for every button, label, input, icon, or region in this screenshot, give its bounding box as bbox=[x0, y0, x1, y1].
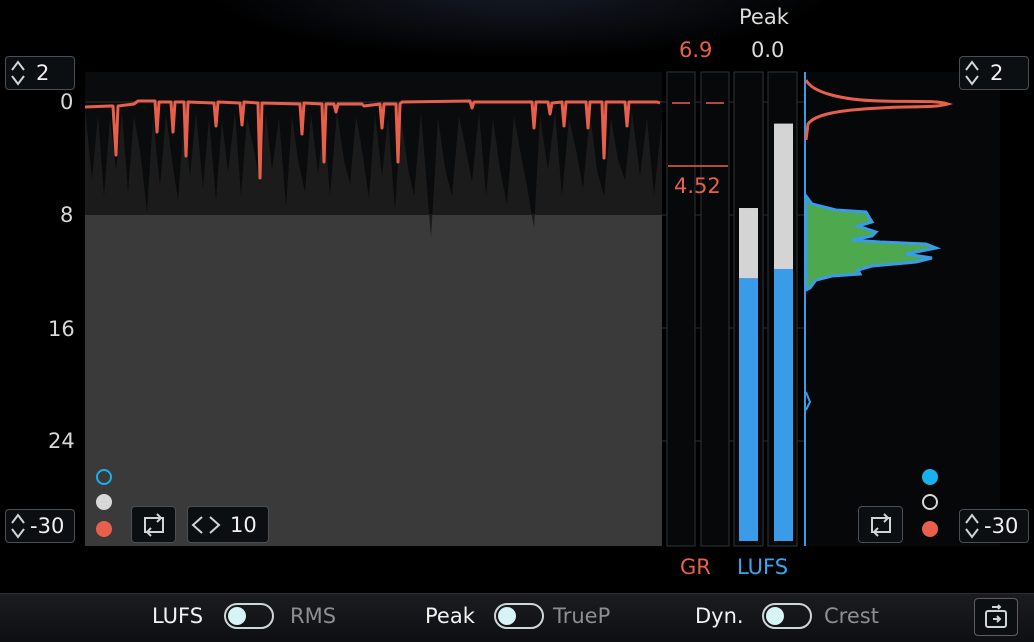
top-right-range-value: 2 bbox=[990, 61, 1004, 85]
grey-series-toggle[interactable] bbox=[96, 494, 112, 510]
toggle-knob bbox=[228, 607, 246, 625]
export-button[interactable] bbox=[974, 598, 1018, 636]
time-scale-value: 10 bbox=[230, 512, 257, 537]
dyn-option-label: Dyn. bbox=[695, 604, 744, 628]
lufs-meter-label: LUFS bbox=[737, 555, 789, 579]
blue-histogram-toggle[interactable] bbox=[922, 469, 938, 485]
lufs-option-label: LUFS bbox=[152, 604, 204, 628]
peak-option-label: Peak bbox=[425, 604, 475, 628]
gr-meter-label: GR bbox=[680, 555, 711, 579]
left-right-arrows-icon bbox=[191, 515, 221, 534]
histogram-loop-button[interactable] bbox=[858, 506, 903, 543]
dyn-crest-toggle[interactable] bbox=[762, 603, 812, 629]
up-down-arrows-icon bbox=[965, 513, 979, 539]
history-loop-button[interactable] bbox=[131, 506, 176, 543]
bottom-left-range-value: -30 bbox=[30, 514, 65, 538]
grey-histogram-toggle[interactable] bbox=[922, 494, 938, 510]
blue-series-toggle[interactable] bbox=[96, 469, 112, 485]
top-left-range-control[interactable]: 2 bbox=[5, 56, 75, 90]
crest-option-label: Crest bbox=[824, 604, 879, 628]
peak-truep-toggle[interactable] bbox=[494, 603, 544, 629]
bottom-right-range-control[interactable]: -30 bbox=[959, 509, 1029, 543]
top-right-range-control[interactable]: 2 bbox=[959, 56, 1029, 90]
up-down-arrows-icon bbox=[965, 60, 979, 86]
rms-option-label: RMS bbox=[290, 604, 337, 628]
toggle-knob bbox=[766, 607, 784, 625]
top-left-range-value: 2 bbox=[36, 61, 50, 85]
bottom-toolbar: LUFS RMS Peak TrueP Dyn. Crest bbox=[0, 593, 1034, 642]
loop-icon bbox=[870, 512, 891, 537]
export-icon bbox=[985, 604, 1007, 628]
loudness-history-graph[interactable] bbox=[0, 0, 1034, 593]
up-down-arrows-icon bbox=[11, 513, 25, 539]
bottom-right-range-value: -30 bbox=[984, 514, 1019, 538]
time-scale-control[interactable]: 10 bbox=[187, 506, 269, 543]
lufs-rms-toggle[interactable] bbox=[224, 603, 274, 629]
toggle-knob bbox=[498, 607, 516, 625]
red-histogram-toggle[interactable] bbox=[922, 521, 938, 537]
red-series-toggle[interactable] bbox=[96, 521, 112, 537]
up-down-arrows-icon bbox=[11, 60, 25, 86]
bottom-left-range-control[interactable]: -30 bbox=[5, 509, 75, 543]
truep-option-label: TrueP bbox=[553, 604, 611, 628]
loop-icon bbox=[143, 512, 164, 537]
gr-hold-value: 4.52 bbox=[674, 174, 721, 198]
